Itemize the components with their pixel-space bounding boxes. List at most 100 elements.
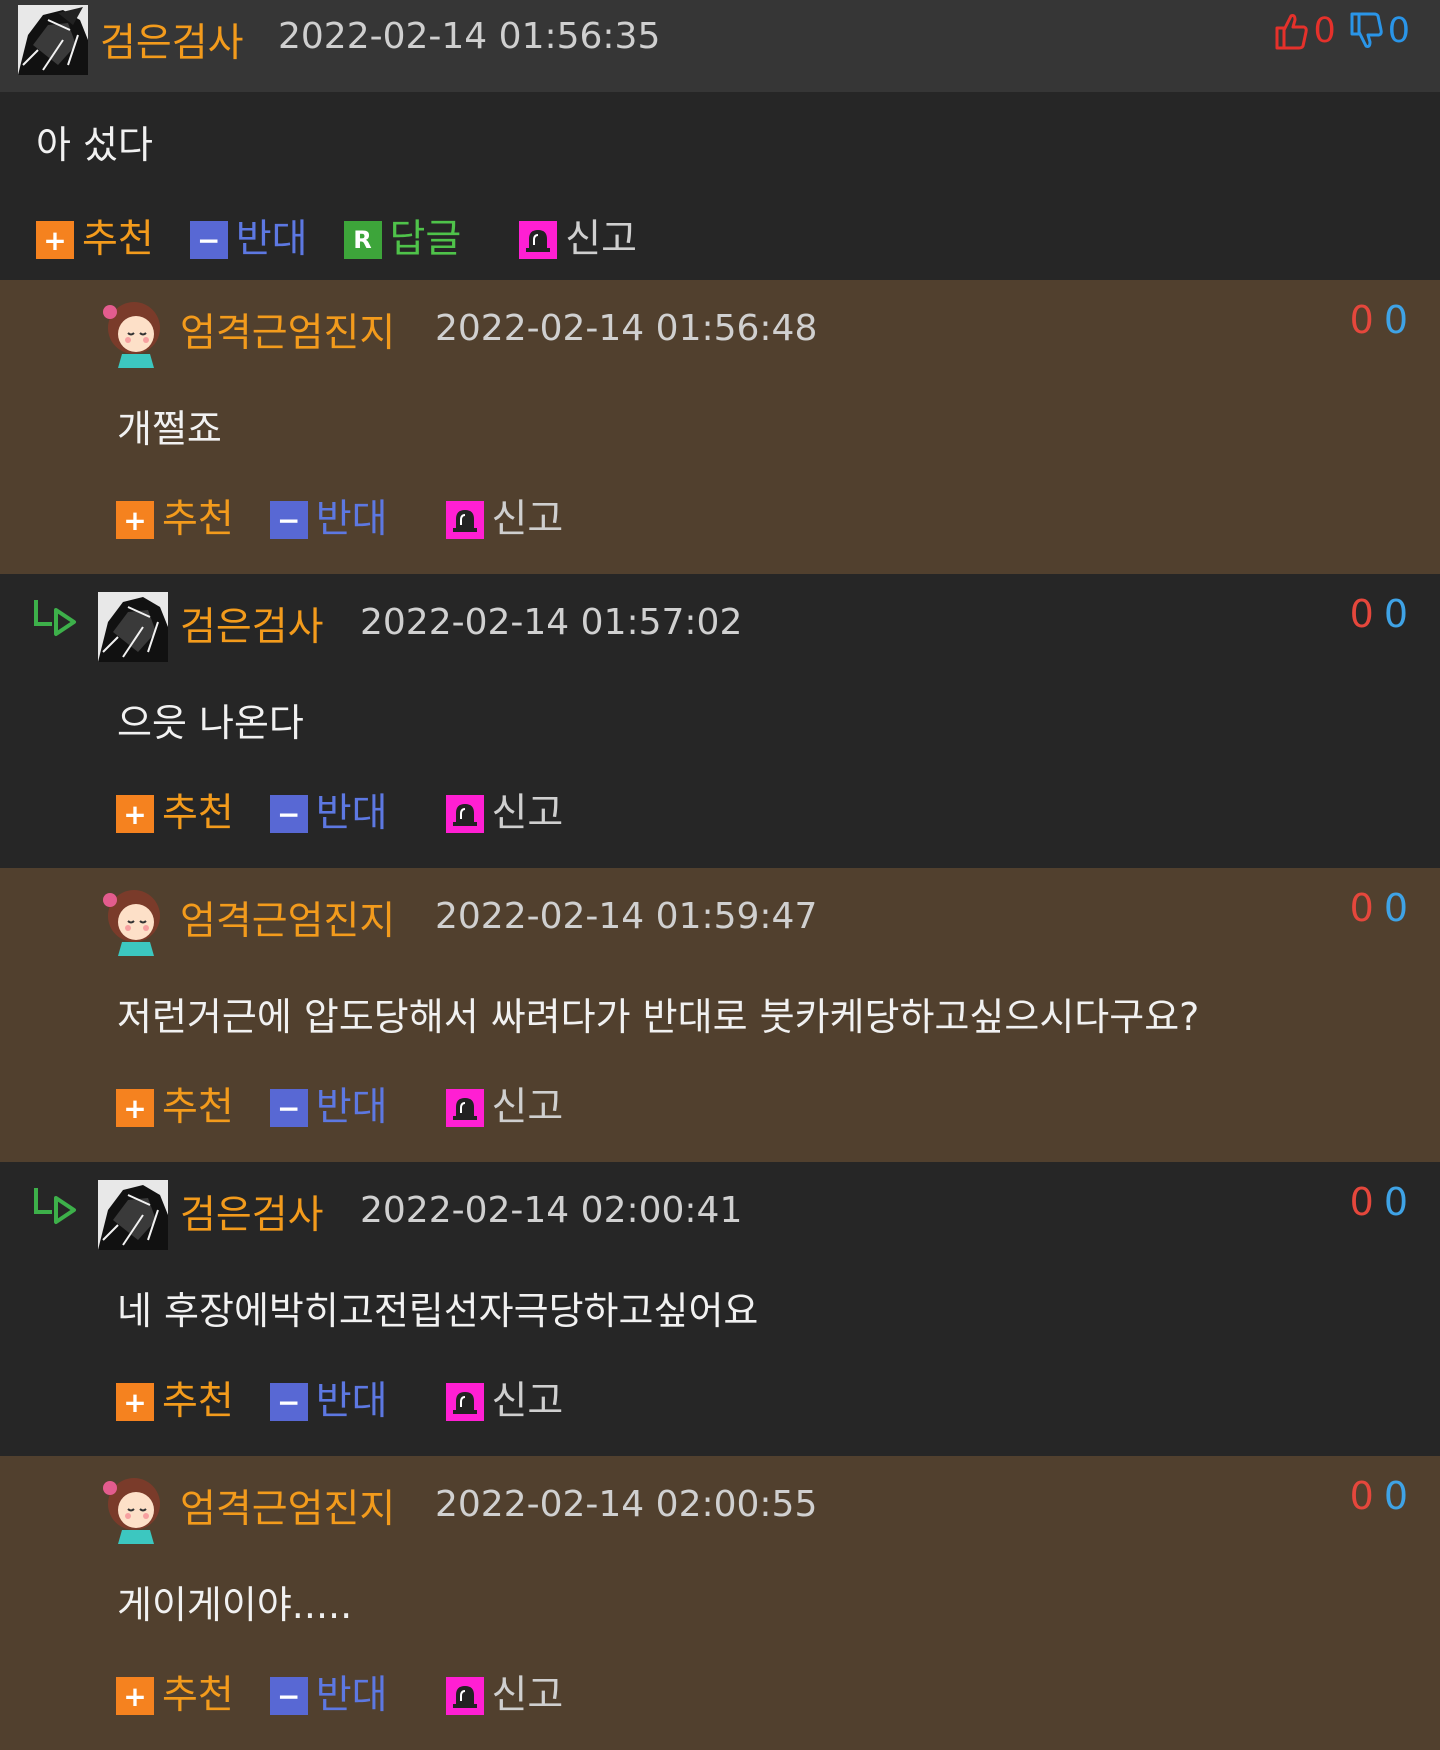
report-button[interactable]: 신고 (445, 1370, 564, 1426)
minus-icon: − (269, 1383, 308, 1421)
comment-date: 2022-02-14 01:56:48 (435, 308, 818, 349)
reply-arrow-icon (34, 1188, 76, 1224)
comment-date: 2022-02-14 01:59:47 (435, 896, 818, 937)
comment-text: 아 섰다 (36, 123, 153, 167)
main-comment: 검은검사 2022-02-14 01:56:35 0 0 아 섰다 + 추천 − (0, 0, 1440, 280)
oppose-label: 반대 (315, 497, 388, 542)
comment-date: 2022-02-14 01:56:35 (278, 16, 661, 57)
upvote-count: 0 (1349, 592, 1374, 636)
siren-icon (445, 1383, 484, 1421)
reply-label: 답글 (389, 217, 462, 262)
report-label: 신고 (491, 1379, 564, 1424)
author-name[interactable]: 엄격근엄진지 (180, 890, 395, 946)
oppose-label: 반대 (315, 1085, 388, 1130)
reply-r-icon: R (343, 221, 382, 259)
comment-actions: + 추천 − 반대 R 답글 신고 (36, 208, 673, 264)
comment-text: 개쩔죠 (117, 407, 222, 451)
upvote-count: 0 (1349, 1474, 1374, 1518)
recommend-label: 추천 (162, 1085, 234, 1130)
avatar-dark-swordsman[interactable] (98, 1180, 168, 1250)
report-button[interactable]: 신고 (445, 782, 564, 838)
comment-text: 저런거근에 압도당해서 싸려다가 반대로 붓카케당하고싶으시다구요? (117, 995, 1200, 1039)
recommend-button[interactable]: + 추천 (116, 782, 234, 838)
vote-score: 00 (1350, 1474, 1408, 1518)
avatar-cartoon-girl[interactable] (98, 886, 168, 956)
recommend-button[interactable]: + 추천 (116, 488, 234, 544)
plus-icon: + (116, 1677, 154, 1715)
author-name[interactable]: 검은검사 (180, 1184, 324, 1240)
plus-icon: + (36, 221, 74, 259)
author-name[interactable]: 검은검사 (180, 596, 324, 652)
vote-score: 00 (1350, 886, 1408, 930)
oppose-button[interactable]: − 반대 (269, 1664, 388, 1720)
comment-text: 네 후장에박히고전립선자극당하고싶어요 (117, 1289, 759, 1333)
oppose-button[interactable]: − 반대 (269, 782, 388, 838)
reply-comment: 엄격근엄진지 2022-02-14 02:00:55 00 게이게이야.....… (0, 1456, 1440, 1750)
downvote-count: 0 (1387, 11, 1410, 51)
report-label: 신고 (491, 497, 564, 542)
upvote-count: 0 (1349, 886, 1374, 930)
recommend-label: 추천 (162, 791, 234, 836)
reply-button[interactable]: R 답글 (343, 208, 462, 264)
upvote-count: 0 (1349, 298, 1374, 342)
vote-score: 00 (1350, 298, 1408, 342)
comment-actions: + 추천 − 반대 신고 (116, 1664, 599, 1720)
oppose-label: 반대 (235, 217, 308, 262)
reply-comment: 엄격근엄진지 2022-02-14 01:59:47 00 저런거근에 압도당해… (0, 868, 1440, 1162)
oppose-button[interactable]: − 반대 (189, 208, 308, 264)
recommend-label: 추천 (162, 1673, 234, 1718)
reply-comment: 검은검사 2022-02-14 02:00:41 00 네 후장에박히고전립선자… (0, 1162, 1440, 1456)
downvote-count: 0 (1383, 1180, 1408, 1224)
recommend-button[interactable]: + 추천 (36, 208, 154, 264)
oppose-button[interactable]: − 반대 (269, 1370, 388, 1426)
recommend-button[interactable]: + 추천 (116, 1370, 234, 1426)
report-label: 신고 (491, 1085, 564, 1130)
reply-arrow-icon (34, 600, 76, 636)
avatar-cartoon-girl[interactable] (98, 1474, 168, 1544)
siren-icon (445, 795, 484, 833)
siren-icon (445, 501, 484, 539)
comment-date: 2022-02-14 01:57:02 (360, 602, 743, 643)
author-name[interactable]: 엄격근엄진지 (180, 302, 395, 358)
report-label: 신고 (491, 791, 564, 836)
report-button[interactable]: 신고 (445, 1664, 563, 1720)
recommend-label: 추천 (162, 497, 234, 542)
author-name[interactable]: 검은검사 (100, 12, 244, 68)
comment-actions: + 추천 − 반대 신고 (116, 1370, 599, 1426)
comment-actions: + 추천 − 반대 신고 (116, 488, 599, 544)
oppose-button[interactable]: − 반대 (269, 1076, 388, 1132)
avatar-dark-swordsman[interactable] (98, 592, 168, 662)
plus-icon: + (116, 795, 154, 833)
recommend-button[interactable]: + 추천 (116, 1664, 234, 1720)
plus-icon: + (116, 1383, 154, 1421)
recommend-label: 추천 (162, 1379, 234, 1424)
oppose-label: 반대 (315, 791, 388, 836)
report-button[interactable]: 신고 (519, 208, 637, 264)
minus-icon: − (269, 1089, 308, 1127)
plus-icon: + (116, 501, 154, 539)
downvote-count: 0 (1383, 1474, 1408, 1518)
report-button[interactable]: 신고 (445, 488, 564, 544)
report-button[interactable]: 신고 (445, 1076, 564, 1132)
author-name[interactable]: 엄격근엄진지 (180, 1478, 395, 1534)
thumbs-up-icon[interactable] (1273, 12, 1309, 50)
oppose-label: 반대 (315, 1673, 388, 1718)
oppose-label: 반대 (315, 1379, 388, 1424)
comment-thread: 검은검사 2022-02-14 01:56:35 0 0 아 섰다 + 추천 − (0, 0, 1440, 1750)
minus-icon: − (269, 1677, 308, 1715)
recommend-label: 추천 (82, 217, 154, 262)
siren-icon (445, 1089, 484, 1127)
downvote-count: 0 (1383, 298, 1408, 342)
minus-icon: − (189, 221, 228, 259)
main-comment-header: 검은검사 2022-02-14 01:56:35 0 0 (0, 0, 1440, 92)
avatar-dark-swordsman[interactable] (18, 5, 88, 75)
upvote-count: 0 (1349, 1180, 1374, 1224)
comment-date: 2022-02-14 02:00:41 (360, 1190, 743, 1231)
oppose-button[interactable]: − 반대 (269, 488, 388, 544)
reply-comment: 엄격근엄진지 2022-02-14 01:56:48 00 개쩔죠 + 추천 −… (0, 280, 1440, 574)
vote-score: 00 (1350, 1180, 1408, 1224)
thumbs-down-icon[interactable] (1348, 12, 1384, 50)
reply-comment: 검은검사 2022-02-14 01:57:02 00 으읏 나온다 + 추천 … (0, 574, 1440, 868)
recommend-button[interactable]: + 추천 (116, 1076, 234, 1132)
avatar-cartoon-girl[interactable] (98, 298, 168, 368)
